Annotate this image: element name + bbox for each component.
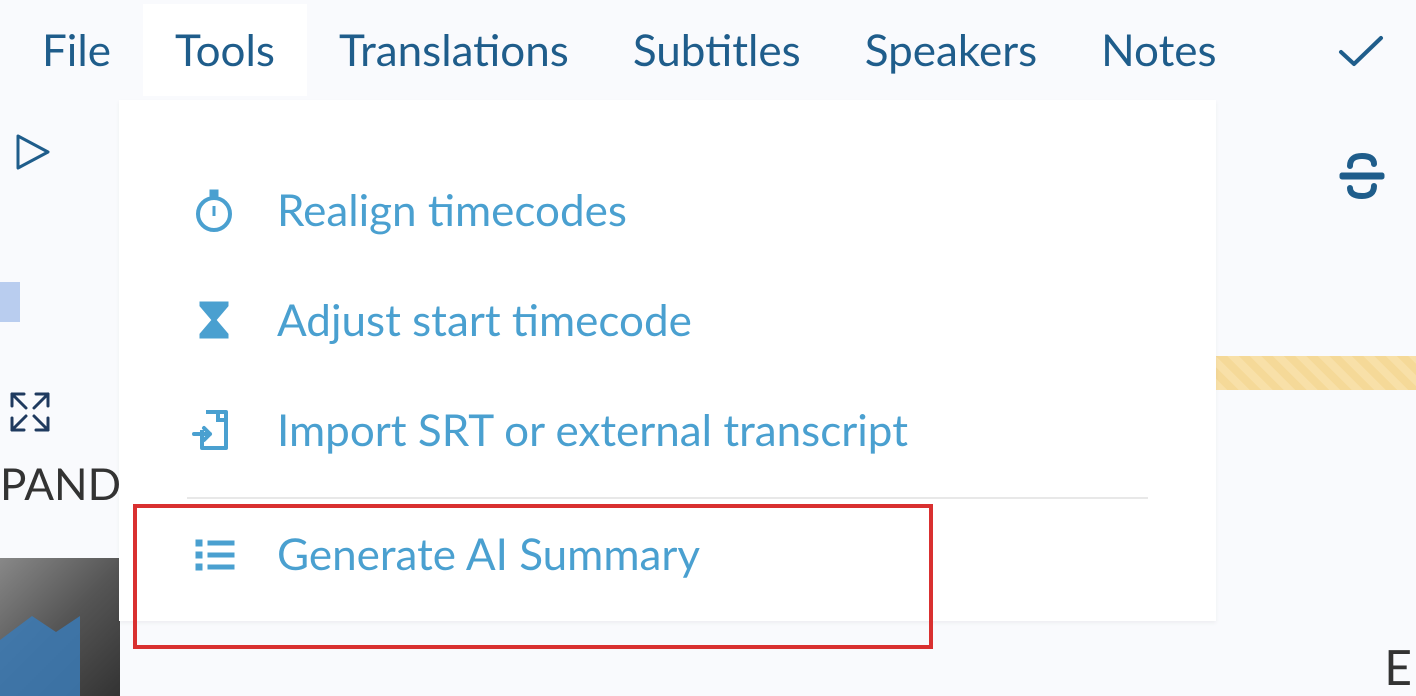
dropdown-label: Generate AI Summary	[277, 528, 700, 580]
dropdown-item-adjust[interactable]: Adjust start timecode	[119, 265, 1216, 375]
check-icon	[1336, 30, 1386, 70]
dropdown-item-ai-summary[interactable]: Generate AI Summary	[119, 499, 1216, 621]
dropdown-label: Adjust start timecode	[277, 294, 692, 346]
video-thumbnail[interactable]	[0, 558, 120, 696]
dropdown-item-import[interactable]: Import SRT or external transcript	[119, 375, 1216, 485]
menu-speakers[interactable]: Speakers	[833, 4, 1069, 96]
strikethrough-icon[interactable]	[1336, 150, 1388, 206]
dropdown-item-realign[interactable]: Realign timecodes	[119, 155, 1216, 265]
menubar: File Tools Translations Subtitles Speake…	[0, 0, 1416, 100]
expand-label-partial: PAND	[0, 458, 121, 510]
partial-text-right: E	[1384, 639, 1416, 696]
import-file-icon	[187, 403, 241, 457]
menu-notes[interactable]: Notes	[1069, 4, 1248, 96]
menu-subtitles[interactable]: Subtitles	[601, 4, 833, 96]
menu-tools[interactable]: Tools	[143, 4, 307, 96]
status-check	[1336, 30, 1416, 70]
side-content: PAND	[0, 390, 121, 510]
dropdown-label: Import SRT or external transcript	[277, 404, 908, 456]
dropdown-label: Realign timecodes	[277, 184, 627, 236]
play-icon[interactable]	[10, 130, 54, 174]
highlight-strip	[1216, 356, 1416, 390]
list-icon	[187, 527, 241, 581]
menu-translations[interactable]: Translations	[307, 4, 601, 96]
selection-indicator	[0, 282, 20, 322]
tools-dropdown: Realign timecodes Adjust start timecode …	[119, 100, 1216, 621]
menu-file[interactable]: File	[10, 4, 143, 96]
expand-icon[interactable]	[8, 390, 52, 434]
hourglass-icon	[187, 293, 241, 347]
stopwatch-icon	[187, 183, 241, 237]
